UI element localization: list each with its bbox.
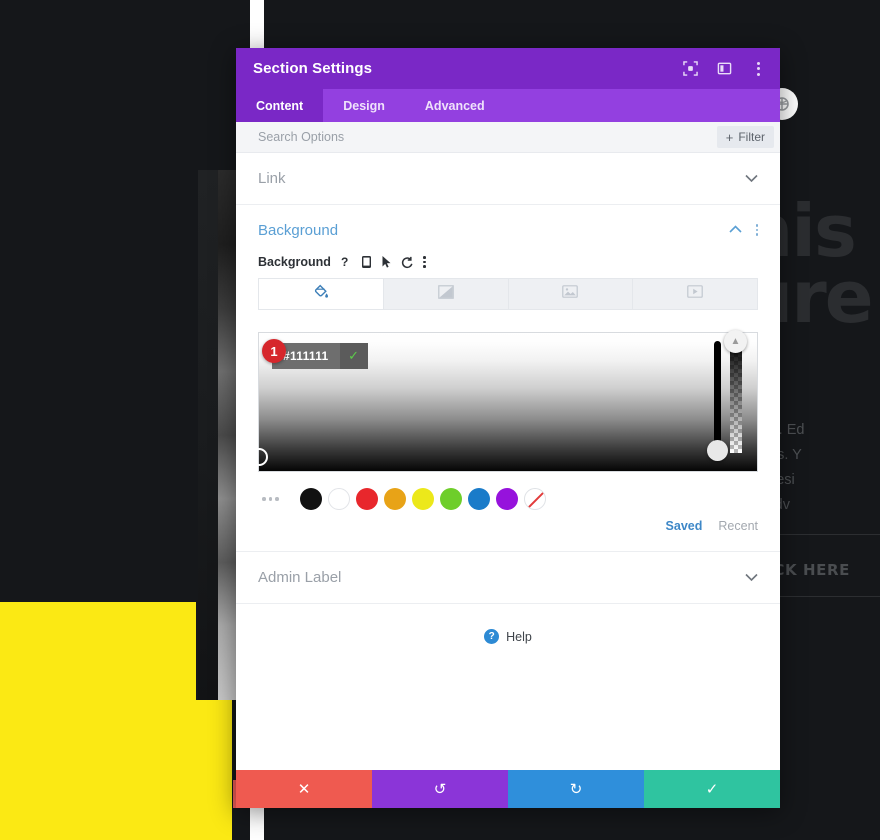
swatch-green[interactable] xyxy=(440,488,462,510)
background-type-tabs xyxy=(258,278,758,310)
help-icon[interactable]: ? xyxy=(340,255,352,269)
background-video-tab[interactable] xyxy=(633,279,757,309)
panel-layout-icon[interactable] xyxy=(716,61,732,77)
chevron-down-icon xyxy=(745,571,758,585)
filter-button-label: Filter xyxy=(738,130,765,144)
color-selection-handle[interactable] xyxy=(250,448,268,466)
color-sliders: ▲ xyxy=(699,330,757,471)
modal-header-actions xyxy=(682,61,766,77)
image-icon xyxy=(562,285,579,303)
screen: his a ure ent goes here. Ed ontent setti… xyxy=(0,0,880,840)
focus-mode-icon[interactable] xyxy=(682,61,698,77)
swatch-blue[interactable] xyxy=(468,488,490,510)
redo-button[interactable]: ↻ xyxy=(508,770,644,808)
gradient-icon xyxy=(437,284,454,304)
yellow-accent-block-secondary xyxy=(196,700,232,840)
section-settings-modal: Section Settings Content Design Advanced… xyxy=(236,48,780,808)
help-label: Help xyxy=(506,629,532,644)
modal-footer: ✕ ↺ ↻ ✓ xyxy=(236,770,780,808)
chevron-down-icon xyxy=(745,172,758,186)
hover-cursor-icon[interactable] xyxy=(381,255,392,269)
search-input[interactable] xyxy=(258,130,717,144)
modal-header: Section Settings xyxy=(236,48,780,89)
background-color-tab[interactable] xyxy=(259,279,384,309)
section-background-header[interactable]: Background xyxy=(236,205,780,255)
save-button[interactable]: ✓ xyxy=(644,770,780,808)
help-row[interactable]: ? Help xyxy=(236,604,780,669)
filter-button[interactable]: + Filter xyxy=(716,126,774,148)
cancel-button[interactable]: ✕ xyxy=(236,770,372,808)
tab-content[interactable]: Content xyxy=(236,89,324,122)
hex-confirm-button[interactable]: ✓ xyxy=(339,343,368,369)
step-badge: 1 xyxy=(262,339,286,363)
more-options-icon[interactable] xyxy=(750,61,766,77)
field-options-icon[interactable] xyxy=(422,256,426,268)
swatch-filter-tabs: Saved Recent xyxy=(258,519,758,533)
search-row: + Filter xyxy=(236,122,780,153)
swatch-black[interactable] xyxy=(300,488,322,510)
color-swatch-row xyxy=(258,488,758,510)
swatch-yellow[interactable] xyxy=(412,488,434,510)
help-circle-icon: ? xyxy=(484,629,500,644)
tab-design[interactable]: Design xyxy=(323,89,405,122)
yellow-accent-block xyxy=(0,602,196,840)
saved-swatches-tab[interactable]: Saved xyxy=(666,519,703,533)
swatch-none[interactable] xyxy=(524,488,546,510)
accordion-link-title: Link xyxy=(258,170,286,187)
reset-icon[interactable] xyxy=(401,256,414,269)
paint-bucket-icon xyxy=(313,284,329,305)
hue-slider-handle[interactable] xyxy=(707,440,728,461)
hex-input-group: #111111 ✓ xyxy=(272,343,368,369)
accordion-admin-label-title: Admin Label xyxy=(258,569,342,586)
svg-text:?: ? xyxy=(341,255,348,269)
section-options-icon[interactable] xyxy=(755,224,758,236)
background-field-label-row: Background ? xyxy=(236,255,780,278)
alpha-slider[interactable]: ▲ xyxy=(724,330,747,453)
accordion-link[interactable]: Link xyxy=(236,153,780,205)
alpha-slider-handle[interactable]: ▲ xyxy=(724,330,747,353)
page-title: Section Settings xyxy=(253,60,373,77)
more-swatches-icon[interactable] xyxy=(258,497,300,501)
section-background: Background Background ? 1 #111111 ✓ ▲ Sa… xyxy=(236,205,780,552)
tab-advanced[interactable]: Advanced xyxy=(405,89,505,122)
swatch-orange[interactable] xyxy=(384,488,406,510)
swatch-white[interactable] xyxy=(328,488,350,510)
chevron-up-icon[interactable] xyxy=(728,221,742,239)
background-image-tab[interactable] xyxy=(509,279,634,309)
color-swatches xyxy=(300,488,546,510)
section-background-title: Background xyxy=(258,221,339,239)
recent-swatches-tab[interactable]: Recent xyxy=(718,519,758,533)
video-icon xyxy=(687,285,703,303)
color-picker: 1 #111111 ✓ ▲ xyxy=(250,330,758,472)
swatch-red[interactable] xyxy=(356,488,378,510)
undo-button[interactable]: ↺ xyxy=(372,770,508,808)
modal-tabs: Content Design Advanced xyxy=(236,89,780,122)
hue-slider[interactable] xyxy=(707,341,728,461)
background-field-label: Background xyxy=(258,255,331,269)
section-background-actions xyxy=(728,221,758,239)
swatch-purple[interactable] xyxy=(496,488,518,510)
responsive-mobile-icon[interactable] xyxy=(361,255,372,269)
filter-plus-icon: + xyxy=(725,129,734,145)
accordion-admin-label[interactable]: Admin Label xyxy=(236,552,780,604)
background-gradient-tab[interactable] xyxy=(384,279,509,309)
modal-body: Link Background Background ? 1 #111111 ✓… xyxy=(236,153,780,770)
hero-photo-shadow xyxy=(198,170,218,700)
